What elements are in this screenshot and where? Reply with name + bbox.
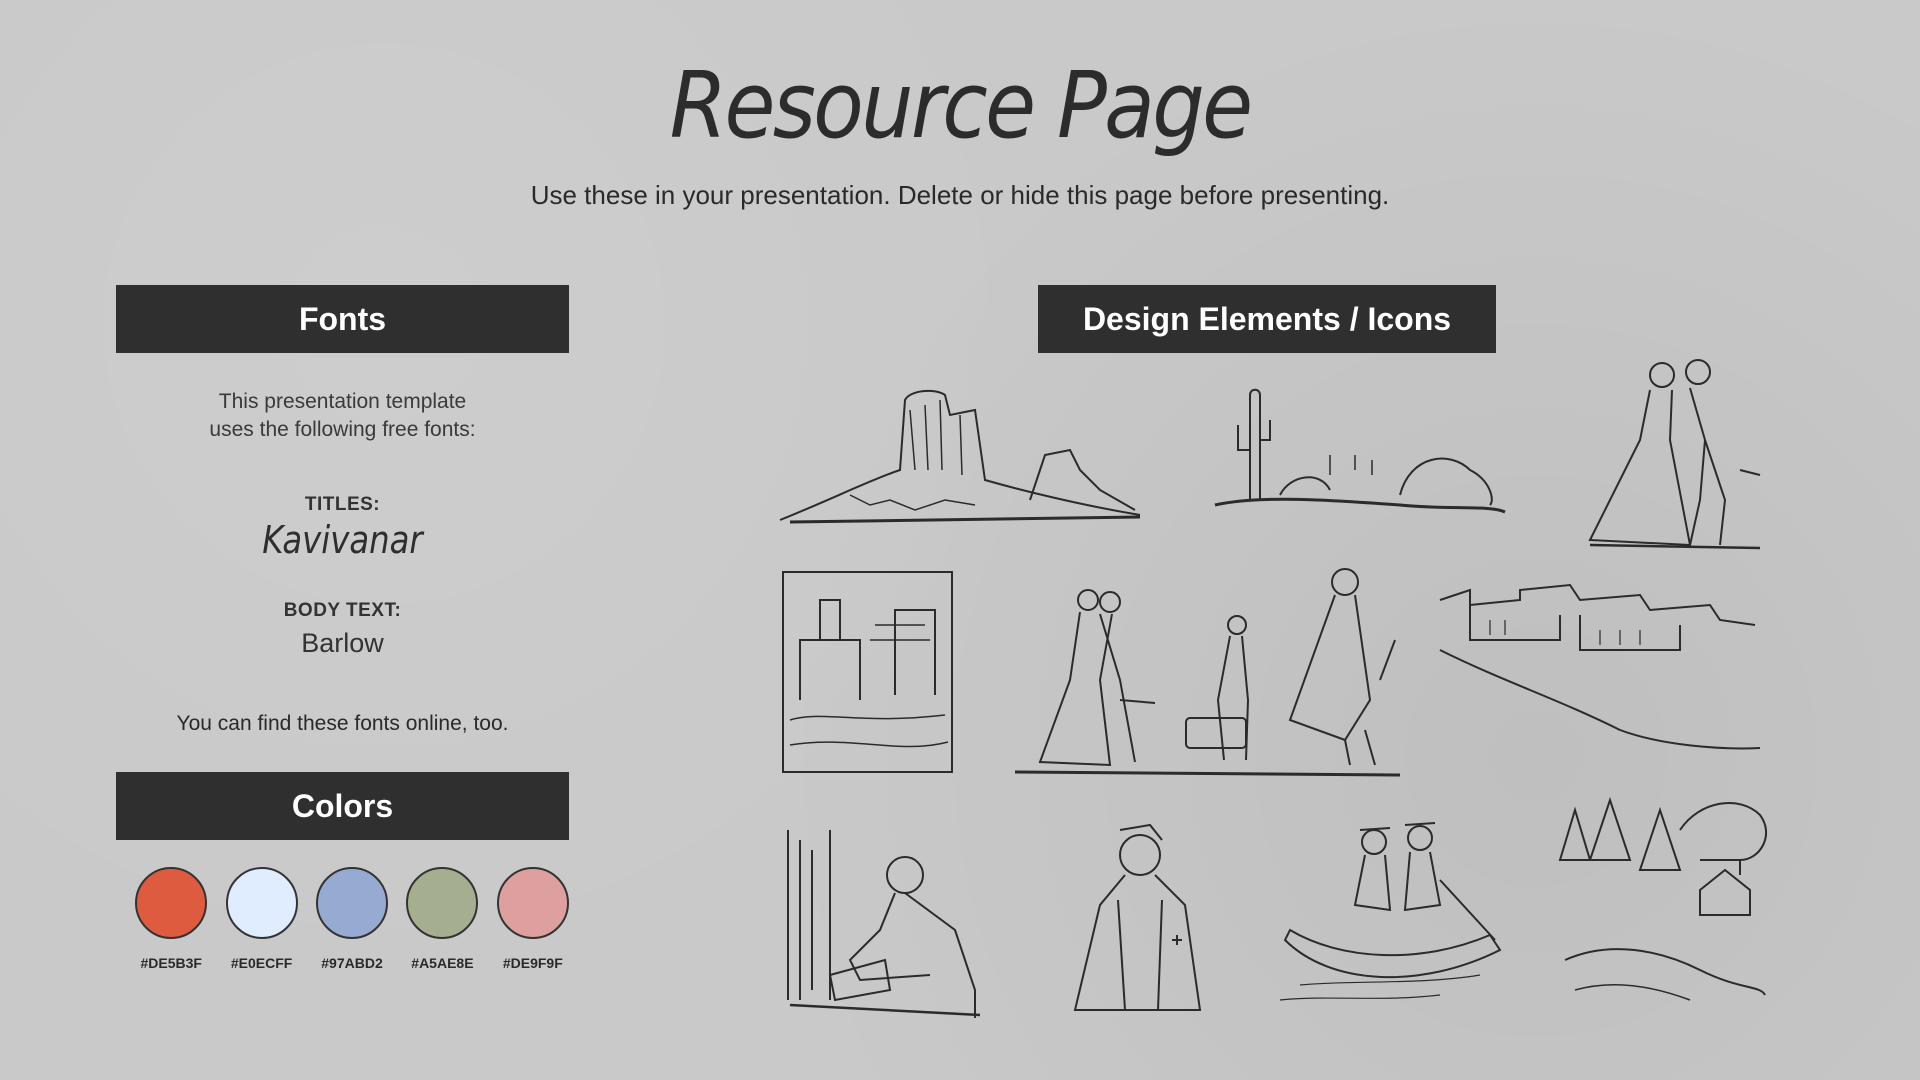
illustrations-layer bbox=[779, 359, 1767, 1018]
hillside-palace-illustration bbox=[1439, 583, 1761, 750]
walking-travelers-illustration bbox=[1014, 568, 1401, 777]
nurse-illustration bbox=[1073, 823, 1202, 1011]
canoe-illustration bbox=[1279, 822, 1502, 1001]
desert-cactus-illustration bbox=[1214, 388, 1506, 514]
forest-cabin-illustration bbox=[1558, 796, 1767, 1001]
mesa-landscape-illustration bbox=[779, 389, 1141, 524]
man-writing-illustration bbox=[787, 830, 981, 1018]
ancient-city-illustration bbox=[782, 571, 953, 773]
victorian-couple-illustration bbox=[1588, 359, 1761, 550]
